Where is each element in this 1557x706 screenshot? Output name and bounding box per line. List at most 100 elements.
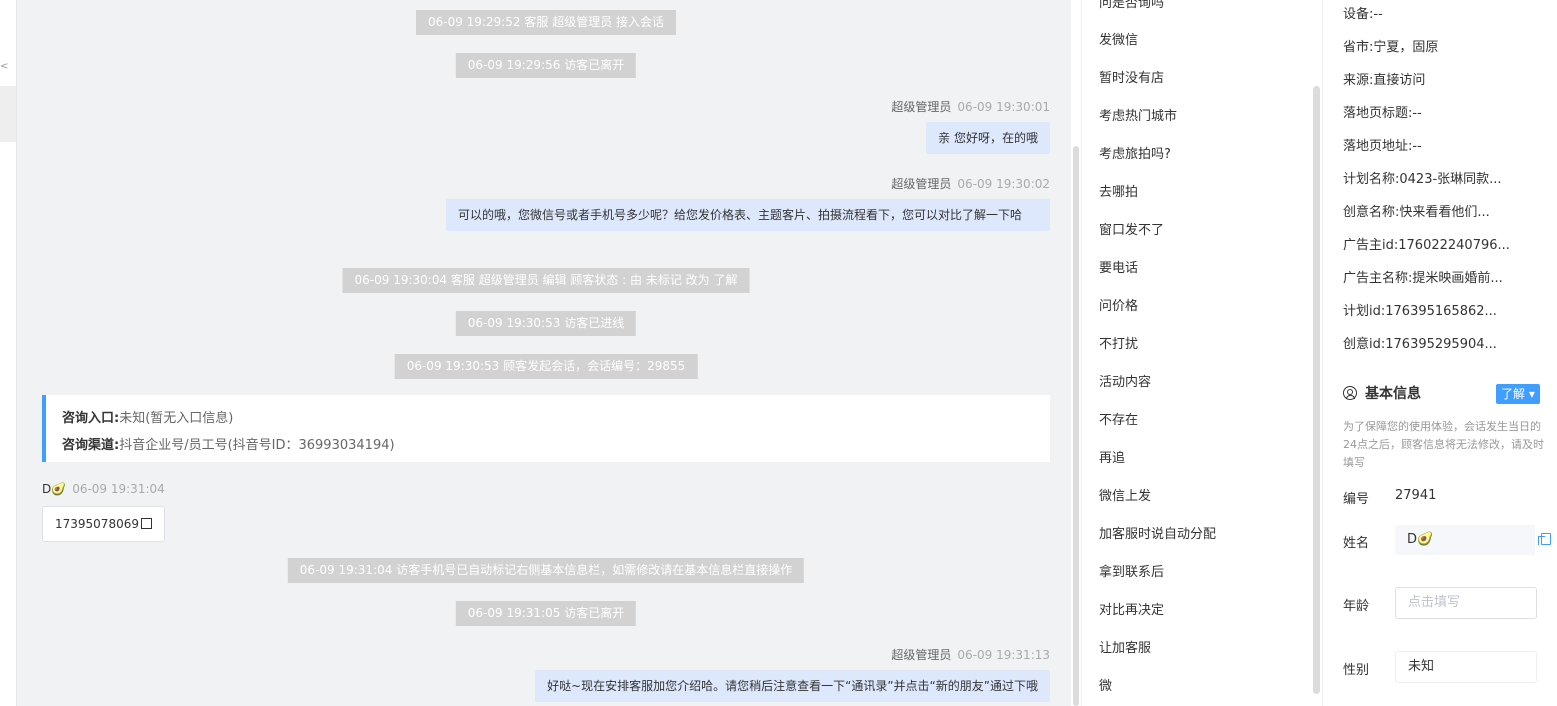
info-label: 省市: <box>1343 40 1374 55</box>
quick-reply-item[interactable]: 拿到联系后 <box>1099 561 1164 580</box>
sender-name: 超级管理员 <box>891 100 952 114</box>
quick-reply-item[interactable]: 考虑旅拍吗? <box>1099 143 1171 162</box>
phone-number: 17395078069 <box>55 517 139 531</box>
consult-info-card: 咨询入口:未知(暂无入口信息) 咨询渠道:抖音企业号/员工号(抖音号ID：369… <box>42 395 1050 462</box>
info-row-advertiser-id: 广告主id:176022240796... <box>1343 234 1510 253</box>
info-row-region: 省市:宁夏，固原 <box>1343 36 1438 55</box>
user-circle-icon <box>1343 386 1357 400</box>
quick-reply-item[interactable]: 微 <box>1099 675 1112 694</box>
info-label: 创意id: <box>1343 337 1386 352</box>
message-time: 06-09 19:30:01 <box>957 100 1050 114</box>
entry-row: 咨询入口:未知(暂无入口信息) <box>62 405 1034 432</box>
info-value: 0423-张琳同款... <box>1399 172 1502 187</box>
quick-reply-item[interactable]: 暂时没有店 <box>1099 67 1164 86</box>
quick-reply-item[interactable]: 不打扰 <box>1099 333 1138 352</box>
left-strip: < <box>0 0 17 706</box>
message-time: 06-09 19:31:04 <box>72 482 165 496</box>
quick-reply-item[interactable]: 发微信 <box>1099 29 1138 48</box>
channel-value: 抖音企业号/员工号(抖音号ID：36993034194) <box>119 438 395 453</box>
quick-reply-item[interactable]: 问价格 <box>1099 295 1138 314</box>
quick-reply-item[interactable]: 要电话 <box>1099 257 1138 276</box>
info-label: 创意名称: <box>1343 205 1400 220</box>
quick-reply-item[interactable]: 再追 <box>1099 447 1125 466</box>
info-label: 来源: <box>1343 73 1374 88</box>
collapse-mark[interactable]: < <box>0 62 8 72</box>
edit-notice: 为了保障您的使用体验，会话发生当日的24点之后，顾客信息将无法修改，请及时填写 <box>1343 420 1544 469</box>
info-row-landing-url: 落地页地址:-- <box>1343 135 1422 154</box>
quick-reply-item[interactable]: 不存在 <box>1099 409 1138 428</box>
quick-reply-item[interactable]: 去哪拍 <box>1099 181 1138 200</box>
info-value: 176395165862... <box>1385 304 1497 319</box>
entry-label: 咨询入口: <box>62 411 120 426</box>
section-title-text: 基本信息 <box>1365 386 1421 402</box>
quick-reply-item[interactable]: 问是否询吗 <box>1099 0 1164 11</box>
quick-reply-item[interactable]: 活动内容 <box>1099 371 1151 390</box>
info-value: 宁夏，固原 <box>1373 40 1439 55</box>
visitor-info-panel: 设备:-- 省市:宁夏，固原 来源:直接访问 落地页标题:-- 落地页地址:--… <box>1322 0 1557 706</box>
quick-reply-item[interactable]: 考虑热门城市 <box>1099 105 1177 124</box>
info-value: 快来看看他们... <box>1399 205 1490 220</box>
quick-reply-item[interactable]: 加客服时说自动分配 <box>1099 523 1216 542</box>
message-meta: 超级管理员 06-09 19:31:13 <box>891 646 1050 663</box>
info-row-advertiser-name: 广告主名称:提米映画婚前... <box>1343 267 1503 286</box>
system-message: 06-09 19:30:53 顾客发起会话，会话编号：29855 <box>394 354 698 379</box>
agent-message-bubble: 亲 您好呀，在的哦 <box>926 122 1050 154</box>
info-row-creative-id: 创意id:176395295904... <box>1343 333 1497 352</box>
message-meta: 超级管理员 06-09 19:30:01 <box>891 98 1050 115</box>
sender-name: 超级管理员 <box>891 648 952 662</box>
info-label: 落地页地址: <box>1343 139 1413 154</box>
id-value: 27941 <box>1395 488 1437 503</box>
copy-icon[interactable] <box>1538 533 1551 545</box>
info-value: 提米映画婚前... <box>1412 271 1503 286</box>
quick-reply-scrollbar[interactable] <box>1313 86 1320 694</box>
info-value: 176022240796... <box>1398 238 1510 253</box>
info-label: 广告主名称: <box>1343 271 1413 286</box>
chat-scrollbar[interactable] <box>1073 146 1079 706</box>
quick-reply-item[interactable]: 对比再决定 <box>1099 599 1164 618</box>
system-message: 06-09 19:29:56 访客已离开 <box>455 53 637 78</box>
message-time: 06-09 19:30:02 <box>957 177 1050 191</box>
status-dropdown-button[interactable]: 了解 ▾ <box>1496 384 1540 404</box>
info-row-device: 设备:-- <box>1343 3 1383 22</box>
message-time: 06-09 19:31:13 <box>957 648 1050 662</box>
selected-session-marker[interactable] <box>0 86 16 142</box>
info-label: 落地页标题: <box>1343 106 1413 121</box>
channel-row: 咨询渠道:抖音企业号/员工号(抖音号ID：36993034194) <box>62 432 1034 459</box>
system-message: 06-09 19:31:05 访客已离开 <box>455 601 637 626</box>
system-message: 06-09 19:30:04 客服 超级管理员 编辑 顾客状态 : 由 未标记 … <box>342 268 750 293</box>
info-label: 广告主id: <box>1343 238 1399 253</box>
system-message: 06-09 19:30:53 访客已进线 <box>455 311 637 336</box>
system-message: 06-09 19:31:04 访客手机号已自动标记右侧基本信息栏，如需修改请在基… <box>287 558 805 583</box>
name-label: 姓名 <box>1343 536 1370 551</box>
info-row-plan-name: 计划名称:0423-张琳同款... <box>1343 168 1502 187</box>
age-label: 年龄 <box>1343 599 1370 614</box>
quick-reply-item[interactable]: 窗口发不了 <box>1099 219 1164 238</box>
info-label: 设备: <box>1343 7 1374 22</box>
channel-label: 咨询渠道: <box>62 438 120 453</box>
info-row-landing-title: 落地页标题:-- <box>1343 102 1422 121</box>
gender-label: 性别 <box>1343 663 1370 678</box>
visitor-phone-message[interactable]: 17395078069 <box>42 506 165 542</box>
gender-field[interactable]: 未知 <box>1395 651 1537 683</box>
info-value: -- <box>1412 139 1422 154</box>
age-input[interactable]: 点击填写 <box>1395 587 1537 619</box>
agent-message-bubble: 好哒~现在安排客服加您介绍哈。请您稍后注意查看一下“通讯录”并点击“新的朋友”通… <box>535 670 1050 702</box>
agent-message-bubble: 可以的哦，您微信号或者手机号多少呢？给您发价格表、主题客片、拍摄流程看下，您可以… <box>446 199 1050 231</box>
name-field[interactable]: D🥑 <box>1395 525 1535 555</box>
copy-icon[interactable] <box>140 518 152 529</box>
quick-reply-item[interactable]: 微信上发 <box>1099 485 1151 504</box>
id-label: 编号 <box>1343 492 1370 507</box>
info-value: -- <box>1373 7 1383 22</box>
quick-reply-item[interactable]: 让加客服 <box>1099 637 1151 656</box>
system-message: 06-09 19:29:52 客服 超级管理员 接入会话 <box>415 10 677 35</box>
chat-panel: 06-09 19:29:52 客服 超级管理员 接入会话 06-09 19:29… <box>17 0 1071 706</box>
info-label: 计划名称: <box>1343 172 1400 187</box>
quick-reply-list: 问是否询吗 发微信 暂时没有店 考虑热门城市 考虑旅拍吗? 去哪拍 窗口发不了 … <box>1081 0 1322 706</box>
info-value: -- <box>1412 106 1422 121</box>
sender-name: 超级管理员 <box>891 177 952 191</box>
info-row-source: 来源:直接访问 <box>1343 69 1425 88</box>
message-meta: 超级管理员 06-09 19:30:02 <box>891 175 1050 192</box>
info-row-creative-name: 创意名称:快来看看他们... <box>1343 201 1490 220</box>
entry-value: 未知(暂无入口信息) <box>119 411 234 426</box>
visitor-meta: D🥑 06-09 19:31:04 <box>42 482 165 496</box>
